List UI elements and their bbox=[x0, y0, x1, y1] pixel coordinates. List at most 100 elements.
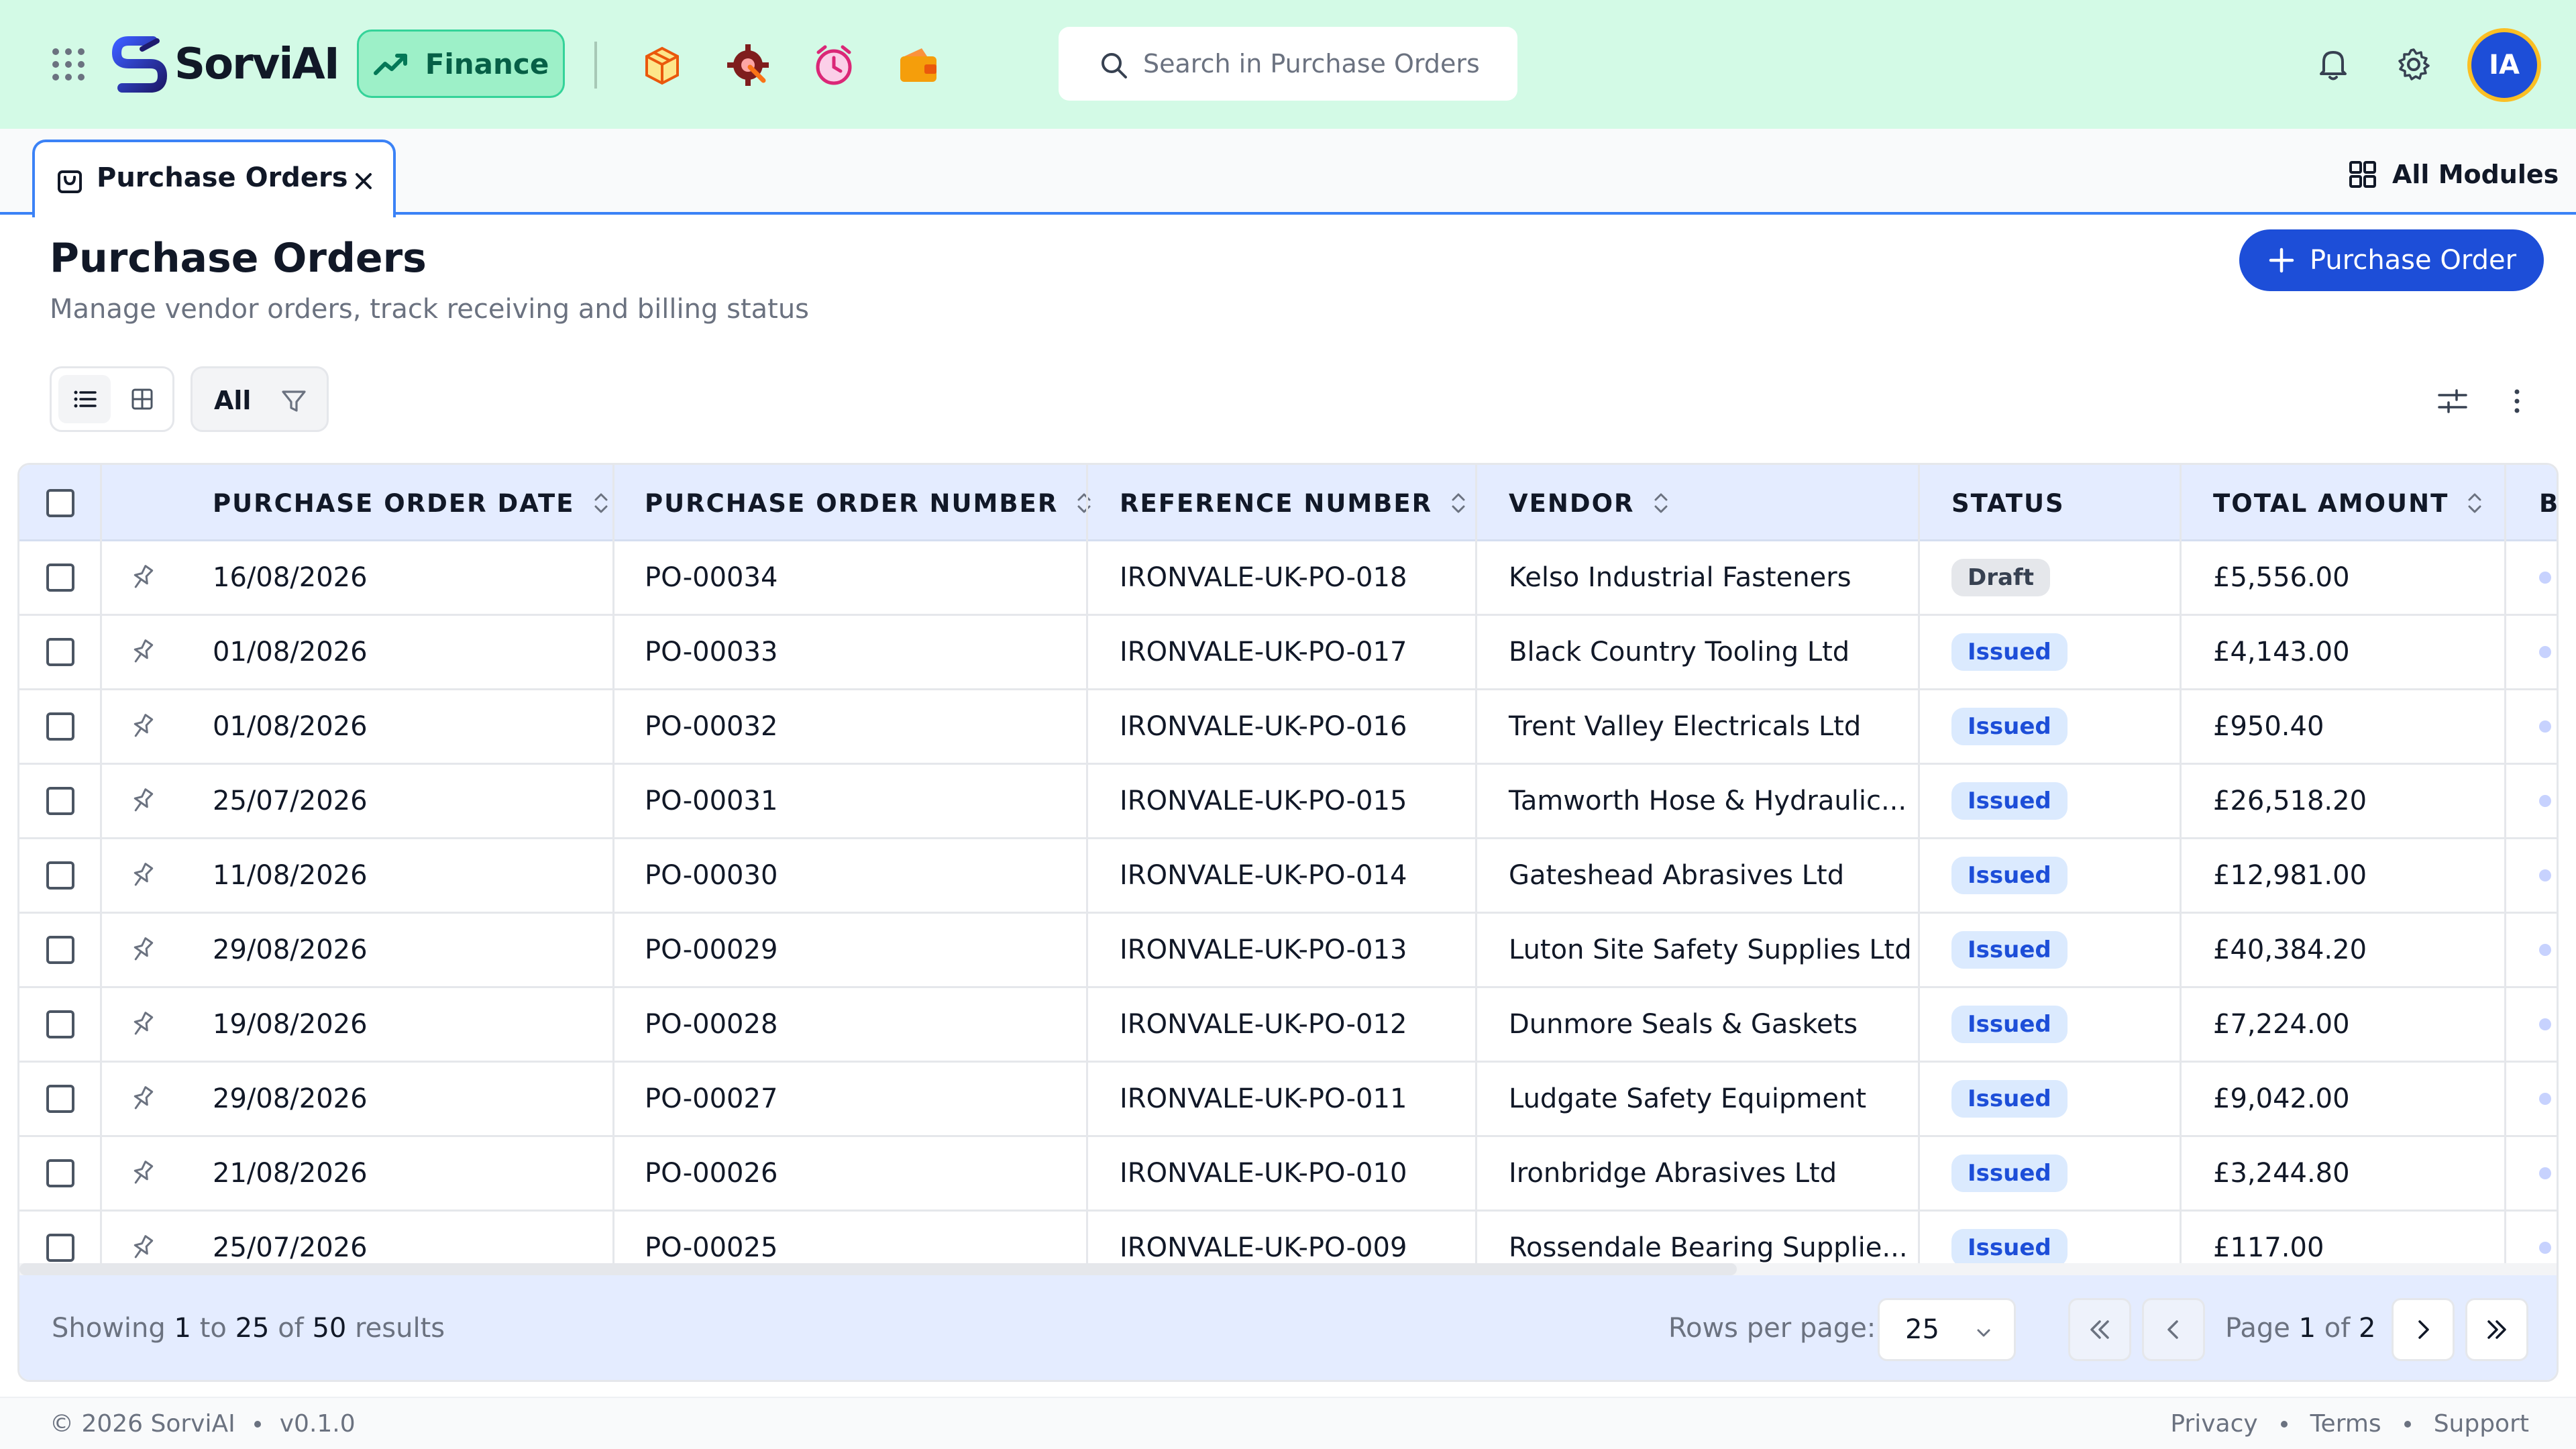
row-select-cell bbox=[46, 1063, 74, 1135]
filter-icon[interactable] bbox=[280, 387, 308, 415]
row-checkbox[interactable] bbox=[46, 638, 74, 666]
pin-icon[interactable] bbox=[127, 541, 158, 614]
column-header-label: BI bbox=[2539, 488, 2559, 518]
row-checkbox[interactable] bbox=[46, 1085, 74, 1113]
row-checkbox[interactable] bbox=[46, 564, 74, 592]
page-footer: © 2026 SorviAI v0.1.0 Privacy Terms Supp… bbox=[0, 1397, 2576, 1449]
cell-po-number[interactable]: PO-00026 bbox=[645, 1137, 777, 1210]
cell-po-number[interactable]: PO-00034 bbox=[645, 541, 777, 614]
column-header-po-number[interactable]: PURCHASE ORDER NUMBER bbox=[645, 465, 1095, 541]
cell-po-number[interactable]: PO-00032 bbox=[645, 690, 777, 763]
cell-po-number[interactable]: PO-00028 bbox=[645, 988, 777, 1061]
cell-billed-indicator bbox=[2539, 1063, 2551, 1135]
pin-icon[interactable] bbox=[127, 839, 158, 912]
row-checkbox[interactable] bbox=[46, 712, 74, 741]
table-row[interactable]: 01/08/2026 PO-00033 IRONVALE-UK-PO-017 Blac… bbox=[19, 616, 2557, 690]
table-row[interactable]: 29/08/2026 PO-00029 IRONVALE-UK-PO-013 Luto… bbox=[19, 914, 2557, 988]
column-header-total-amount[interactable]: TOTAL AMOUNT bbox=[2213, 465, 2486, 541]
row-checkbox[interactable] bbox=[46, 936, 74, 964]
cell-status: Issued bbox=[1951, 1137, 2068, 1210]
more-vertical-icon[interactable] bbox=[2500, 384, 2534, 419]
cell-po-number[interactable]: PO-00033 bbox=[645, 616, 777, 688]
gear-icon[interactable] bbox=[2395, 46, 2432, 83]
cell-billed-indicator bbox=[2539, 690, 2551, 763]
sliders-icon[interactable] bbox=[2435, 384, 2470, 419]
filter-group: All bbox=[191, 366, 329, 432]
cell-po-date: 25/07/2026 bbox=[213, 786, 368, 816]
bell-icon[interactable] bbox=[2314, 46, 2352, 83]
all-modules-button[interactable]: All Modules bbox=[2348, 156, 2559, 193]
footer-link-privacy[interactable]: Privacy bbox=[2170, 1410, 2257, 1438]
footer-link-support[interactable]: Support bbox=[2434, 1410, 2529, 1438]
column-header-reference[interactable]: REFERENCE NUMBER bbox=[1120, 465, 1470, 541]
new-purchase-order-button[interactable]: Purchase Order bbox=[2239, 229, 2544, 291]
previous-page-button[interactable] bbox=[2142, 1298, 2205, 1361]
pin-icon[interactable] bbox=[127, 914, 158, 986]
first-page-button[interactable] bbox=[2068, 1298, 2131, 1361]
module-chip-finance[interactable]: Finance bbox=[357, 30, 565, 98]
package-module-icon[interactable] bbox=[639, 42, 686, 89]
cell-po-date: 29/08/2026 bbox=[213, 1083, 368, 1114]
select-all-checkbox[interactable] bbox=[46, 489, 74, 517]
row-checkbox[interactable] bbox=[46, 1234, 74, 1262]
pin-icon[interactable] bbox=[127, 988, 158, 1061]
cell-total-amount: £26,518.20 bbox=[2213, 786, 2367, 816]
cell-po-number[interactable]: PO-00030 bbox=[645, 839, 777, 912]
status-dot bbox=[2539, 1018, 2551, 1030]
row-checkbox[interactable] bbox=[46, 787, 74, 815]
alarm-clock-module-icon[interactable] bbox=[810, 42, 857, 89]
table-row[interactable]: 01/08/2026 PO-00032 IRONVALE-UK-PO-016 Tren… bbox=[19, 690, 2557, 765]
cell-vendor: Ludgate Safety Equipment bbox=[1509, 1083, 1867, 1114]
cell-reference: IRONVALE-UK-PO-014 bbox=[1120, 860, 1407, 891]
list-view-button[interactable] bbox=[58, 375, 111, 423]
cell-status: Issued bbox=[1951, 1063, 2068, 1135]
gear-wrench-module-icon[interactable] bbox=[724, 42, 771, 89]
user-avatar[interactable]: IA bbox=[2467, 28, 2541, 102]
table-row[interactable]: 16/08/2026 PO-00034 IRONVALE-UK-PO-018 Kels… bbox=[19, 541, 2557, 616]
column-header-billed[interactable]: BI bbox=[2539, 465, 2559, 541]
cell-po-number[interactable]: PO-00029 bbox=[645, 914, 777, 986]
pin-icon[interactable] bbox=[127, 1063, 158, 1135]
table-row[interactable]: 21/08/2026 PO-00026 IRONVALE-UK-PO-010 Iron… bbox=[19, 1137, 2557, 1212]
search-input[interactable] bbox=[1143, 49, 1517, 78]
cell-po-number[interactable]: PO-00027 bbox=[645, 1063, 777, 1135]
pin-icon[interactable] bbox=[127, 690, 158, 763]
table-row[interactable]: 25/07/2026 PO-00031 IRONVALE-UK-PO-015 Tamw… bbox=[19, 765, 2557, 839]
grid-view-button[interactable] bbox=[116, 375, 168, 423]
column-header-status[interactable]: STATUS bbox=[1951, 465, 2065, 541]
column-header-label: PURCHASE ORDER DATE bbox=[213, 488, 575, 518]
row-checkbox[interactable] bbox=[46, 1159, 74, 1187]
cell-billed-indicator bbox=[2539, 839, 2551, 912]
row-checkbox[interactable] bbox=[46, 1010, 74, 1038]
status-badge: Issued bbox=[1951, 1006, 2068, 1043]
close-icon[interactable] bbox=[350, 168, 377, 195]
page-title: Purchase Orders bbox=[50, 235, 427, 282]
table-row[interactable]: 19/08/2026 PO-00028 IRONVALE-UK-PO-012 Dunm… bbox=[19, 988, 2557, 1063]
scrollbar-thumb[interactable] bbox=[19, 1263, 1737, 1275]
column-header-po-date[interactable]: PURCHASE ORDER DATE bbox=[213, 465, 612, 541]
pagination-bar: Showing 1 to 25 of 50 results Rows per p… bbox=[19, 1275, 2557, 1380]
wallet-module-icon[interactable] bbox=[895, 42, 942, 89]
sort-icon bbox=[1452, 493, 1465, 513]
row-checkbox[interactable] bbox=[46, 861, 74, 890]
filter-all-button[interactable]: All bbox=[214, 386, 251, 415]
table-row[interactable]: 29/08/2026 PO-00027 IRONVALE-UK-PO-011 Ludg… bbox=[19, 1063, 2557, 1137]
table-row[interactable]: 11/08/2026 PO-00030 IRONVALE-UK-PO-014 Gate… bbox=[19, 839, 2557, 914]
rows-per-page-select[interactable]: 25 bbox=[1878, 1298, 2016, 1361]
pin-icon[interactable] bbox=[127, 1137, 158, 1210]
tab-purchase-orders[interactable]: Purchase Orders bbox=[32, 140, 396, 217]
apps-grid-icon[interactable] bbox=[52, 48, 85, 80]
pin-icon[interactable] bbox=[127, 765, 158, 837]
cell-reference: IRONVALE-UK-PO-017 bbox=[1120, 637, 1407, 667]
cell-po-number[interactable]: PO-00031 bbox=[645, 765, 777, 837]
global-search[interactable] bbox=[1059, 27, 1517, 101]
pin-icon[interactable] bbox=[127, 616, 158, 688]
column-header-label: REFERENCE NUMBER bbox=[1120, 488, 1433, 518]
footer-link-terms[interactable]: Terms bbox=[2310, 1410, 2381, 1438]
horizontal-scrollbar[interactable] bbox=[19, 1263, 2557, 1275]
column-header-vendor[interactable]: VENDOR bbox=[1509, 465, 1672, 541]
next-page-button[interactable] bbox=[2392, 1298, 2455, 1361]
brand-logo[interactable]: SorviAI bbox=[111, 34, 340, 95]
range-from: 1 bbox=[174, 1313, 191, 1344]
last-page-button[interactable] bbox=[2465, 1298, 2528, 1361]
